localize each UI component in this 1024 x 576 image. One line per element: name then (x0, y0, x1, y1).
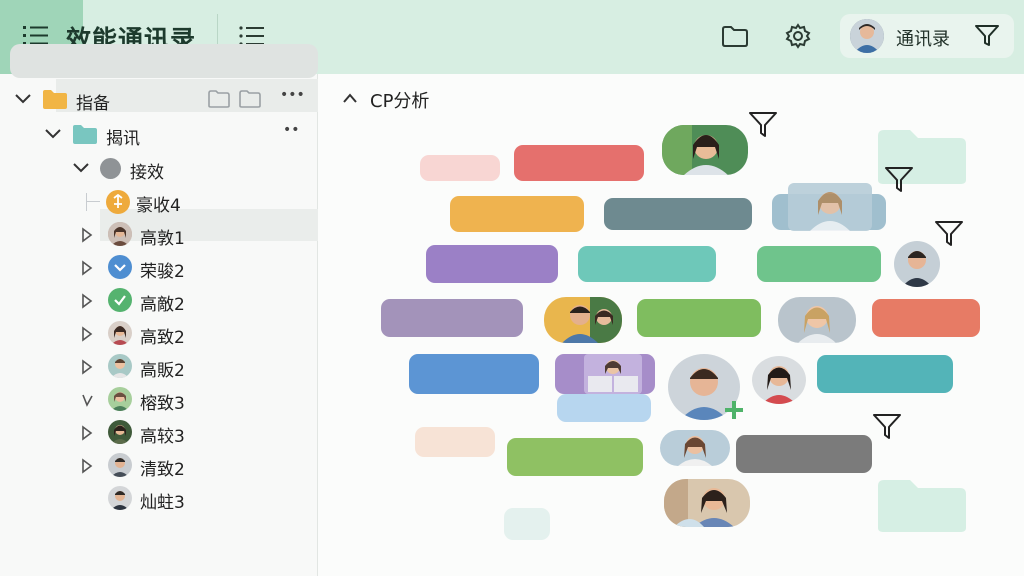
tree-item-label: 高敦1 (140, 229, 185, 249)
contacts-label: 通讯录 (896, 29, 950, 50)
avatar (108, 420, 132, 444)
tree-item-row[interactable]: 清致2 (0, 450, 318, 480)
tree-item-row[interactable]: 豪收4 (0, 186, 318, 216)
tree-group-row[interactable]: 揭讯 •• (0, 119, 318, 149)
tree-group-label: 揭讯 (106, 129, 140, 149)
tree-item-label: 灿蛀3 (140, 493, 185, 513)
data-bar[interactable] (450, 196, 584, 232)
tree-subgroup-row[interactable]: 接效 (0, 153, 318, 183)
avatar (106, 190, 130, 214)
chevron-right-icon (82, 227, 93, 243)
more-options-button[interactable]: ••• (280, 87, 305, 103)
tree-item-label: 荣骏2 (140, 262, 185, 282)
status-dot (100, 158, 121, 179)
avatar (108, 354, 132, 378)
contact-photo[interactable] (544, 297, 622, 343)
tree-root-row[interactable]: 指备 ••• (0, 84, 318, 114)
tree-item-row[interactable]: 高致2 (0, 318, 318, 348)
tree-item-label: 高敵2 (140, 295, 185, 315)
filter-icon[interactable] (934, 219, 964, 249)
tree-item-row[interactable]: 高较3 (0, 417, 318, 447)
gear-icon (785, 23, 811, 49)
chevron-right-icon (82, 458, 93, 474)
contact-photo[interactable] (662, 125, 748, 175)
data-bar[interactable] (507, 438, 643, 476)
check-badge-icon (108, 288, 132, 312)
tree-item-label: 榕致3 (140, 394, 185, 414)
tree-item-row[interactable]: 荣骏2 (0, 252, 318, 282)
contact-photo[interactable] (664, 479, 750, 527)
add-icon[interactable] (722, 398, 746, 422)
data-bar[interactable] (736, 435, 872, 473)
data-bar[interactable] (817, 355, 953, 393)
data-bar[interactable] (637, 299, 761, 337)
avatar (850, 19, 884, 53)
tree-item-label: 高販2 (140, 361, 185, 381)
filter-icon[interactable] (748, 110, 778, 140)
chevron-right-icon (82, 260, 93, 276)
chevron-down-icon (73, 163, 89, 173)
folder-icon (73, 125, 97, 144)
data-bar[interactable] (578, 246, 716, 282)
data-bar[interactable] (872, 299, 980, 337)
filter-icon[interactable] (872, 412, 902, 442)
tree-item-row[interactable]: 高販2 (0, 351, 318, 381)
avatar (108, 453, 132, 477)
contact-photo[interactable] (788, 183, 872, 231)
avatar (108, 321, 132, 345)
chevron-right-icon (82, 359, 93, 375)
contact-photo[interactable] (584, 354, 642, 394)
tree-item-row[interactable]: 灿蛀3 (0, 483, 318, 513)
filter-icon (975, 25, 999, 46)
data-bar[interactable] (426, 245, 558, 283)
avatar (108, 222, 132, 246)
data-bar[interactable] (557, 394, 651, 422)
tree-item-label: 豪收4 (136, 196, 181, 216)
folder-outline-icon[interactable] (207, 89, 231, 109)
folder-outline-icon[interactable] (238, 89, 262, 109)
tree-subgroup-label: 接效 (130, 163, 164, 183)
folder-icon (878, 480, 966, 532)
chevron-down-icon (45, 129, 61, 139)
folder-icon (43, 90, 67, 109)
section-title: CP分析 (370, 91, 430, 112)
filter-icon[interactable] (884, 165, 914, 195)
data-bar[interactable] (604, 198, 752, 230)
chevron-right-icon (82, 326, 93, 342)
tree-item-row[interactable]: 榕致3 (0, 384, 318, 414)
tree-item-row[interactable]: 高敦1 (0, 219, 318, 249)
tree-root-label: 指备 (76, 94, 110, 114)
data-bar[interactable] (409, 354, 539, 394)
data-bar[interactable] (757, 246, 881, 282)
folder-button[interactable] (721, 24, 749, 52)
selected-row-highlight (10, 44, 318, 78)
chevron-up-icon[interactable] (342, 92, 358, 104)
settings-button[interactable] (784, 22, 812, 54)
data-bar[interactable] (514, 145, 644, 181)
data-bar (504, 508, 550, 540)
chevron-down-icon (15, 94, 31, 104)
data-bar[interactable] (381, 299, 523, 337)
chevron-right-icon (82, 293, 93, 309)
check-badge-icon (108, 255, 132, 279)
contact-photo[interactable] (894, 241, 940, 287)
chevron-down-icon (82, 394, 93, 407)
contact-photo[interactable] (778, 297, 856, 343)
contacts-button[interactable]: 通讯录 (840, 14, 1014, 58)
more-options-button[interactable]: •• (283, 122, 300, 138)
folder-icon (722, 26, 748, 47)
contact-photo[interactable] (660, 430, 730, 466)
data-bar[interactable] (415, 427, 495, 457)
avatar (108, 486, 132, 510)
tree-item-row[interactable]: 高敵2 (0, 285, 318, 315)
tree-item-label: 清致2 (140, 460, 185, 480)
contact-photo[interactable] (752, 356, 806, 404)
avatar (108, 387, 132, 411)
tree-item-label: 高致2 (140, 328, 185, 348)
tree-item-label: 高较3 (140, 427, 185, 447)
chevron-right-icon (82, 425, 93, 441)
data-bar[interactable] (420, 155, 500, 181)
